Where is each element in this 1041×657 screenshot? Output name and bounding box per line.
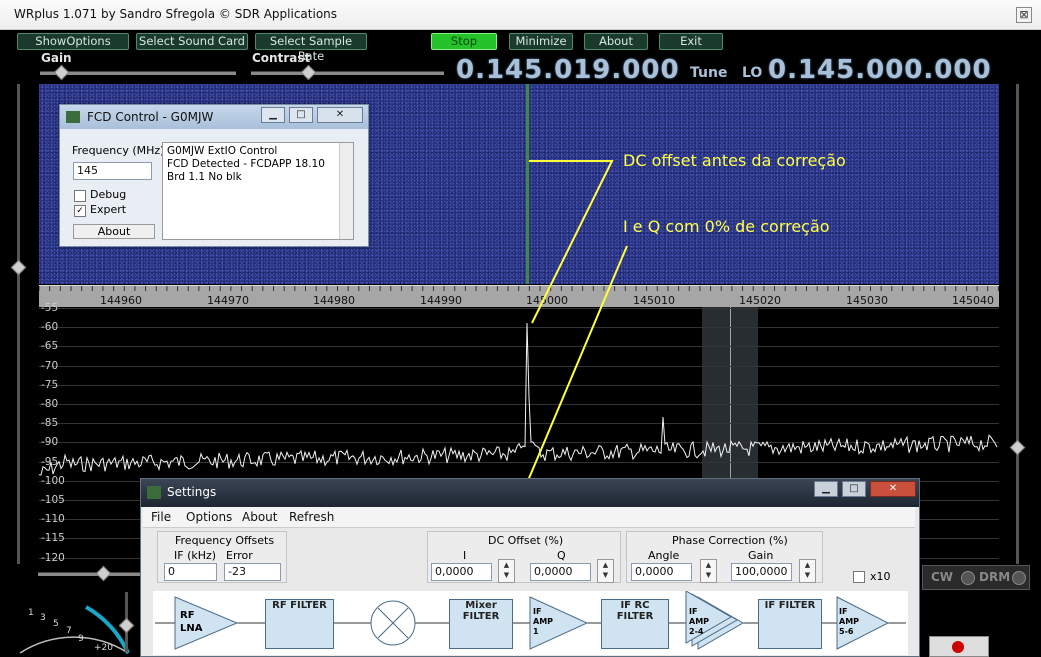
annotation-iq: I e Q com 0% de correção — [623, 217, 830, 236]
dc-q-spinner[interactable]: ▲ ▼ — [597, 559, 614, 583]
if-khz-label: IF (kHz) — [174, 549, 217, 562]
menu-refresh[interactable]: Refresh — [289, 510, 334, 524]
menu-options[interactable]: Options — [186, 510, 232, 524]
block-mixer-filter-label: Mixer FILTER — [462, 600, 500, 622]
block-rf-lna: RF LNA — [180, 610, 203, 634]
if-khz-input[interactable]: 0 — [164, 563, 217, 581]
settings-title: Settings — [167, 485, 217, 499]
phase-gain-spinner[interactable]: ▲ ▼ — [799, 559, 816, 583]
x10-checkbox[interactable] — [853, 571, 865, 583]
block-if-amp-5-6: IF AMP 5-6 — [839, 607, 860, 636]
error-ppm-input[interactable]: -23 — [224, 563, 281, 581]
dc-offset-group: DC Offset (%) I Q 0,0000 ▲ ▼ 0,0000 ▲ ▼ — [427, 531, 621, 583]
block-if-rc-filter-label: IF RC FILTER — [616, 600, 654, 622]
settings-close-button[interactable]: ✕ — [870, 481, 916, 497]
block-rf-filter: RF FILTER — [265, 599, 334, 649]
settings-menu-bar: File Options About Refresh — [143, 507, 915, 528]
dc-q-input[interactable]: 0,0000 — [530, 563, 591, 581]
angle-label: Angle — [648, 549, 680, 562]
block-if-filter: IF FILTER — [758, 599, 822, 649]
signal-chain-diagram: RF LNA RF FILTER Mixer FILTER IF AMP 1 I… — [153, 591, 908, 655]
x10-label: x10 — [870, 570, 891, 583]
block-if-amp-1: IF AMP 1 — [533, 607, 554, 636]
dc-q-label: Q — [557, 549, 566, 562]
settings-maximize-button[interactable]: □ — [842, 481, 866, 497]
block-if-rc-filter: IF RC FILTER — [601, 599, 669, 649]
block-mixer-filter: Mixer FILTER — [449, 599, 513, 649]
dc-offset-title: DC Offset (%) — [488, 534, 564, 547]
phase-gain-label: Gain — [748, 549, 774, 562]
dc-i-spinner[interactable]: ▲ ▼ — [498, 559, 515, 583]
frequency-offsets-title: Frequency Offsets — [175, 534, 275, 547]
phase-correction-title: Phase Correction (%) — [672, 534, 788, 547]
block-if-filter-label: IF FILTER — [764, 600, 816, 611]
settings-minimize-button[interactable]: ▁ — [814, 481, 838, 497]
settings-title-bar: Settings ▁ □ ✕ — [141, 479, 919, 507]
phase-gain-input[interactable]: 100,0000 — [731, 563, 792, 581]
block-rf-filter-label: RF FILTER — [272, 600, 327, 611]
block-if-amp-2-4: IF AMP 2-4 — [689, 607, 710, 636]
angle-input[interactable]: 0,0000 — [631, 563, 692, 581]
settings-app-icon — [147, 486, 161, 499]
menu-about[interactable]: About — [242, 510, 277, 524]
frequency-offsets-group: Frequency Offsets IF (kHz) Error (ppm) 0… — [157, 531, 287, 583]
menu-file[interactable]: File — [151, 510, 171, 524]
phase-correction-group: Phase Correction (%) Angle Gain 0,0000 ▲… — [626, 531, 823, 583]
annotation-dc-offset: DC offset antes da correção — [623, 151, 846, 170]
dc-i-input[interactable]: 0,0000 — [431, 563, 492, 581]
dc-i-label: I — [463, 549, 467, 562]
angle-spinner[interactable]: ▲ ▼ — [700, 559, 717, 583]
